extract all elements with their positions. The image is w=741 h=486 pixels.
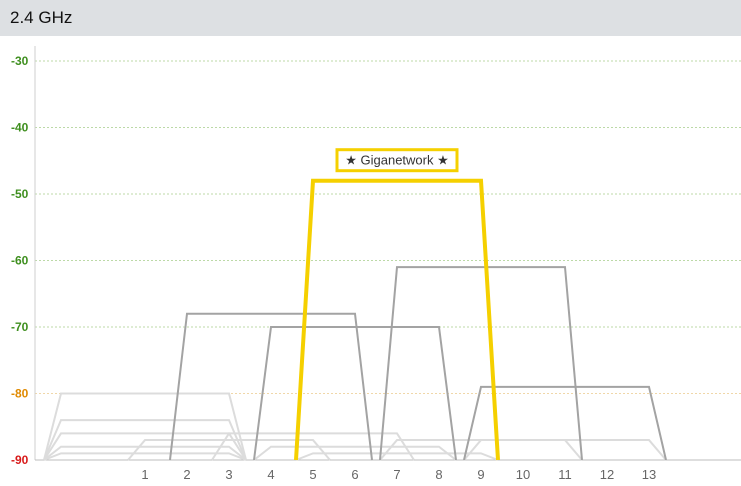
network-curve[interactable]: [127, 439, 331, 461]
x-tick-label: 6: [351, 467, 358, 482]
network-curve[interactable]: [379, 439, 583, 461]
network-highlight-curve[interactable]: [294, 178, 500, 461]
x-tick-label: 5: [309, 467, 316, 482]
x-tick-label: 7: [393, 467, 400, 482]
y-tick-label: -90: [11, 453, 29, 467]
x-tick-label: 3: [225, 467, 232, 482]
x-tick-label: 4: [267, 467, 274, 482]
x-tick-label: 11: [558, 467, 572, 482]
network-curve[interactable]: [43, 392, 247, 461]
y-tick-label: -80: [11, 387, 29, 401]
x-tick-label: 1: [141, 467, 148, 482]
x-tick-label: 2: [183, 467, 190, 482]
band-title: 2.4 GHz: [10, 8, 73, 27]
x-tick-label: 9: [477, 467, 484, 482]
network-curve[interactable]: [379, 266, 583, 461]
y-tick-label: -70: [11, 320, 29, 334]
network-curve[interactable]: [463, 439, 667, 461]
band-header: 2.4 GHz: [0, 0, 741, 36]
network-curve[interactable]: [169, 312, 373, 461]
x-tick-label: 10: [516, 467, 530, 482]
signal-chart: -30-40-50-60-70-80-90 1 2 3 4 5 6 7 8 9 10 11 12 13 …: [11, 46, 741, 482]
y-tick-label: -50: [11, 187, 29, 201]
x-tick-label: 13: [642, 467, 656, 482]
x-tick-label: 12: [600, 467, 614, 482]
x-tick-label: 8: [435, 467, 442, 482]
y-tick-label: -30: [11, 54, 29, 68]
y-tick-label: -40: [11, 121, 29, 135]
y-tick-label: -60: [11, 254, 29, 268]
network-name-label: ★ Giganetwork ★: [345, 153, 449, 168]
